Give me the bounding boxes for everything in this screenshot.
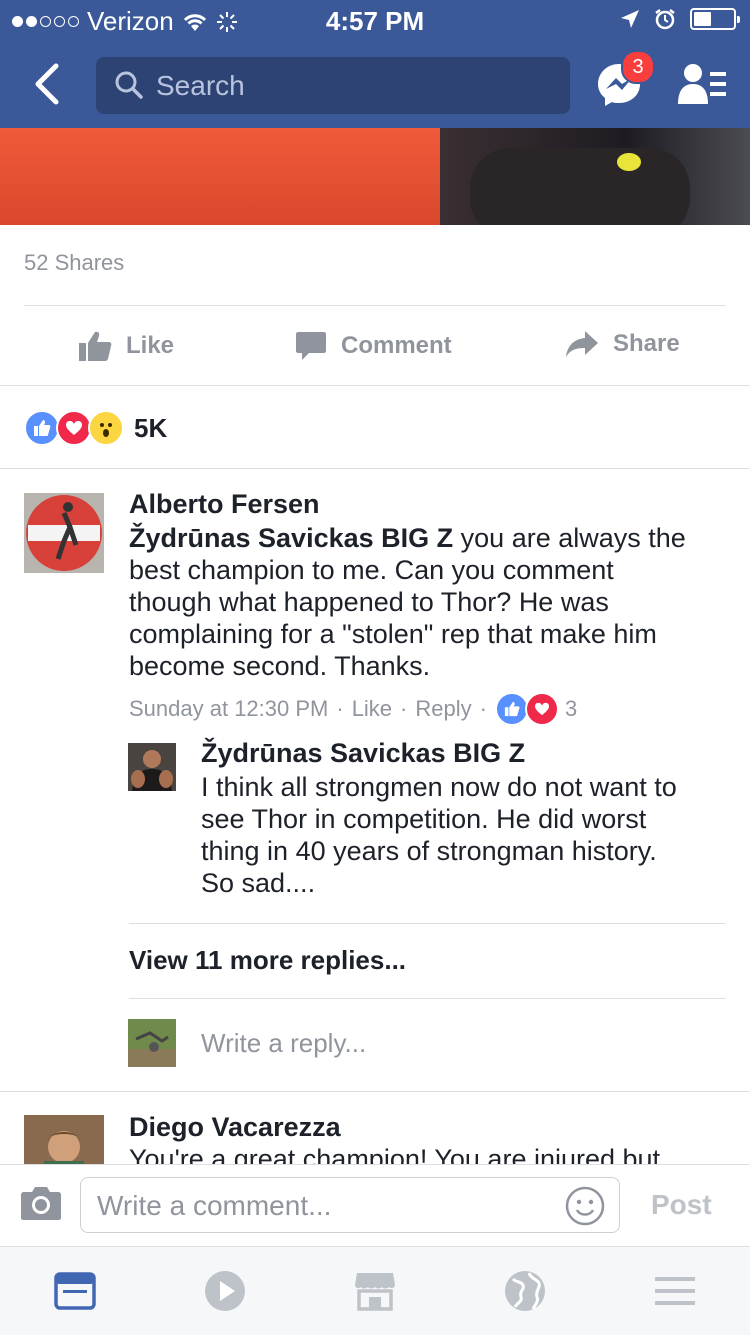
- wow-reaction-icon: [88, 410, 124, 446]
- post-button[interactable]: Post: [651, 1189, 712, 1221]
- reply-text-line: thing in 40 years of strongman history.: [201, 836, 657, 866]
- notifications-globe-icon[interactable]: [503, 1269, 547, 1313]
- divider: [0, 385, 750, 386]
- comment-button[interactable]: Comment: [295, 330, 452, 362]
- comment-timestamp[interactable]: Sunday at 12:30 PM: [129, 696, 328, 722]
- reply-author[interactable]: Žydrūnas Savickas BIG Z: [201, 738, 731, 769]
- mention-link[interactable]: Žydrūnas Savickas BIG Z: [129, 523, 453, 553]
- divider: [129, 998, 726, 999]
- news-feed-icon[interactable]: [53, 1269, 97, 1313]
- share-label: Share: [613, 330, 680, 357]
- thumbs-up-icon: [79, 331, 112, 361]
- divider: [24, 305, 726, 306]
- comment-meta: Sunday at 12:30 PM · Like · Reply · 3: [129, 692, 729, 726]
- love-reaction-icon: [524, 692, 559, 726]
- comment-text-line: best champion to me. Can you comment: [129, 555, 614, 585]
- view-more-replies-link[interactable]: View 11 more replies...: [129, 945, 406, 976]
- alarm-icon: [655, 9, 675, 30]
- share-button[interactable]: Share: [565, 330, 680, 358]
- status-bar: Verizon 4:57 PM: [0, 0, 750, 42]
- post-photo[interactable]: [0, 128, 750, 225]
- reply-text-line: So sad....: [201, 868, 316, 898]
- comment-input[interactable]: Write a comment...: [80, 1177, 620, 1233]
- search-input[interactable]: Search: [96, 57, 570, 114]
- love-reaction-icon: [56, 410, 92, 446]
- comment-like-link[interactable]: Like: [352, 696, 392, 722]
- comment-reactions[interactable]: 3: [494, 692, 578, 726]
- reply-avatar[interactable]: [128, 743, 176, 791]
- like-label: Like: [126, 332, 175, 359]
- comment-text-line: though what happened to Thor? He was: [129, 587, 609, 617]
- messenger-badge: 3: [621, 50, 655, 84]
- search-placeholder: Search: [156, 70, 245, 101]
- comment: Diego Vacarezza You're a great champion!…: [129, 1112, 729, 1164]
- video-icon[interactable]: [203, 1269, 247, 1313]
- reply-text-line: see Thor in competition. He did worst: [201, 804, 647, 834]
- comment-text: Žydrūnas Savickas BIG Z you are always t…: [129, 522, 729, 682]
- battery-icon: [690, 8, 740, 30]
- shares-count[interactable]: 52 Shares: [24, 250, 124, 276]
- comment-label: Comment: [341, 332, 452, 359]
- comment-author[interactable]: Alberto Fersen: [129, 489, 729, 520]
- reactions-summary[interactable]: 5K: [24, 410, 167, 446]
- like-reaction-icon: [24, 410, 60, 446]
- reply-text-line: I think all strongmen now do not want to: [201, 772, 677, 802]
- comment-reply-link[interactable]: Reply: [415, 696, 471, 722]
- avatar[interactable]: [24, 493, 104, 573]
- top-bar: Verizon 4:57 PM Search 3: [0, 0, 750, 128]
- menu-icon[interactable]: [653, 1269, 697, 1313]
- avatar[interactable]: [24, 1115, 104, 1164]
- reaction-count: 5K: [134, 412, 168, 443]
- search-icon: [115, 71, 143, 99]
- friend-requests-icon[interactable]: [678, 62, 728, 106]
- like-reaction-icon: [494, 692, 529, 726]
- like-button[interactable]: Like: [78, 330, 174, 362]
- write-reply-input[interactable]: Write a reply...: [201, 1028, 366, 1059]
- comment-composer: Write a comment... Post: [0, 1164, 750, 1247]
- divider: [0, 1091, 750, 1092]
- comment-input-placeholder: Write a comment...: [97, 1190, 332, 1221]
- tab-bar: [0, 1246, 750, 1335]
- location-arrow-icon: [621, 10, 639, 28]
- emoji-icon[interactable]: [565, 1186, 605, 1226]
- divider: [0, 468, 750, 469]
- comment-bubble-icon: [296, 332, 326, 360]
- comment-text-line: become second. Thanks.: [129, 651, 431, 681]
- post-actions: Like Comment Share: [0, 312, 750, 382]
- reply-text: I think all strongmen now do not want to…: [201, 771, 731, 899]
- camera-icon[interactable]: [20, 1185, 62, 1221]
- comment: Alberto Fersen Žydrūnas Savickas BIG Z y…: [129, 489, 729, 726]
- comment-text-line: you are always the: [460, 523, 686, 553]
- comment-reaction-count: 3: [564, 696, 578, 721]
- comment-text-line: complaining for a "stolen" rep that make…: [129, 619, 657, 649]
- comment-author[interactable]: Diego Vacarezza: [129, 1112, 729, 1143]
- share-arrow-icon: [566, 331, 598, 357]
- divider: [129, 923, 726, 924]
- comment-text: You're a great champion! You are injured…: [129, 1144, 661, 1164]
- reply: Žydrūnas Savickas BIG Z I think all stro…: [201, 738, 731, 899]
- back-arrow-icon[interactable]: [28, 60, 68, 108]
- my-avatar: [128, 1019, 176, 1067]
- marketplace-icon[interactable]: [353, 1269, 397, 1313]
